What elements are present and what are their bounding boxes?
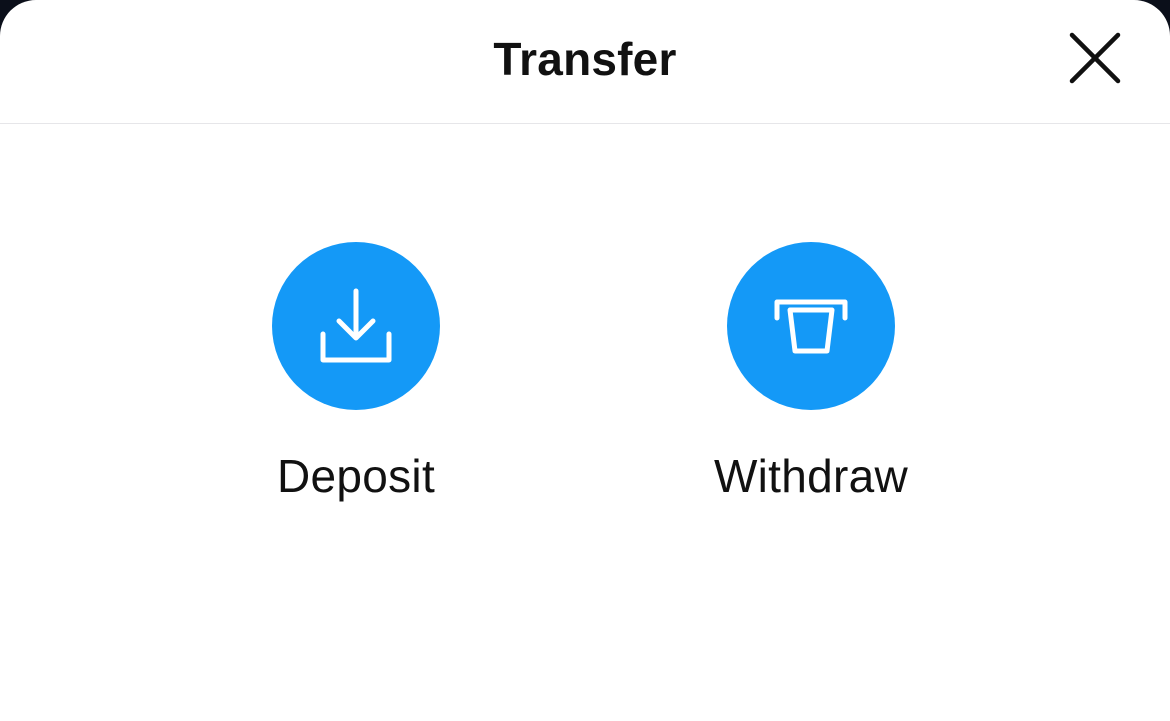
download-tray-icon	[320, 288, 392, 363]
withdraw-button[interactable]: Withdraw	[681, 242, 941, 512]
deposit-button[interactable]: Deposit	[226, 242, 486, 512]
deposit-label: Deposit	[276, 450, 436, 502]
deposit-icon-circle	[272, 242, 440, 410]
withdraw-icon-circle	[727, 242, 895, 410]
page-title: Transfer	[493, 33, 677, 85]
close-icon	[1069, 32, 1121, 84]
withdraw-label: Withdraw	[713, 450, 909, 502]
sheet-header: Transfer	[0, 0, 1170, 124]
transfer-sheet: Transfer Deposit Withdraw	[0, 0, 1170, 721]
atm-card-slot-icon	[774, 299, 848, 354]
close-button[interactable]	[1062, 28, 1128, 90]
